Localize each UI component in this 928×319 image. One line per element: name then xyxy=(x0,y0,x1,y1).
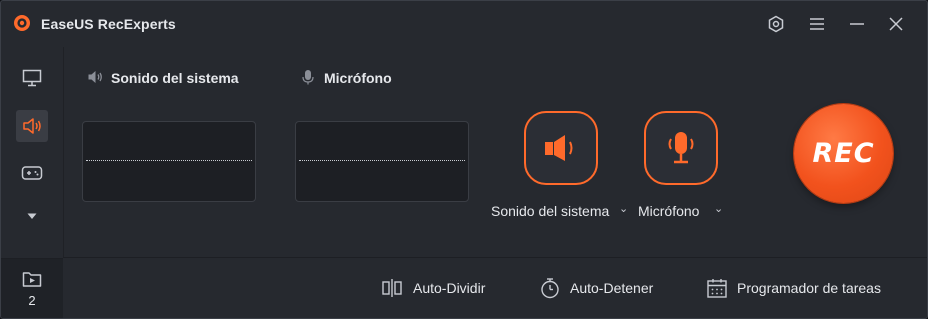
video-folder-icon xyxy=(22,272,42,287)
auto-stop-button[interactable]: Auto-Detener xyxy=(570,280,653,296)
microphone-toggle-button[interactable] xyxy=(644,111,718,185)
minimize-button[interactable] xyxy=(845,12,869,36)
system-sound-waveform xyxy=(82,121,256,202)
sidebar-item-game[interactable] xyxy=(16,157,48,189)
recordings-count: 2 xyxy=(28,293,36,308)
calendar-icon xyxy=(707,279,727,298)
stopwatch-icon xyxy=(541,278,559,299)
menu-button[interactable] xyxy=(805,12,829,36)
microphone-header: Micrófono xyxy=(324,70,392,86)
caret-down-icon xyxy=(27,213,37,219)
speaker-icon xyxy=(23,118,41,134)
close-button[interactable] xyxy=(884,12,908,36)
auto-split-icon xyxy=(382,279,402,297)
sidebar-item-audio[interactable] xyxy=(16,110,48,142)
system-sound-dropdown-icon[interactable]: ⌄ xyxy=(619,202,628,215)
sidebar-more-button[interactable] xyxy=(16,200,48,232)
task-scheduler-button[interactable]: Programador de tareas xyxy=(737,280,881,296)
menu-icon xyxy=(810,18,824,30)
waveform-line xyxy=(86,160,252,161)
minimize-icon xyxy=(850,23,864,25)
microphone-device-label[interactable]: Micrófono xyxy=(638,203,699,219)
bottom-divider xyxy=(63,257,927,258)
speaker-icon xyxy=(545,135,573,161)
microphone-small-icon xyxy=(302,70,314,85)
system-sound-device-label[interactable]: Sonido del sistema xyxy=(491,203,609,219)
app-title: EaseUS RecExperts xyxy=(41,16,176,32)
monitor-icon xyxy=(22,69,42,87)
speaker-small-icon xyxy=(88,71,102,83)
sidebar xyxy=(1,47,64,257)
record-button[interactable]: REC xyxy=(794,104,893,203)
microphone-icon xyxy=(668,132,694,164)
app-window: EaseUS RecExperts 2 Sonido del sistema M… xyxy=(0,0,928,319)
close-icon xyxy=(889,17,903,31)
system-sound-toggle-button[interactable] xyxy=(524,111,598,185)
sidebar-item-screen[interactable] xyxy=(16,62,48,94)
settings-hexagon-icon xyxy=(768,15,784,33)
app-logo-icon xyxy=(14,15,30,31)
auto-split-button[interactable]: Auto-Dividir xyxy=(413,280,485,296)
settings-button[interactable] xyxy=(764,12,788,36)
record-label: REC xyxy=(812,138,875,169)
waveform-line xyxy=(299,160,465,161)
title-bar: EaseUS RecExperts xyxy=(1,1,927,47)
microphone-dropdown-icon[interactable]: ⌄ xyxy=(714,202,723,215)
microphone-waveform xyxy=(295,121,469,202)
recordings-button[interactable] xyxy=(1,258,63,318)
gamepad-icon xyxy=(21,166,43,180)
system-sound-header: Sonido del sistema xyxy=(111,70,239,86)
